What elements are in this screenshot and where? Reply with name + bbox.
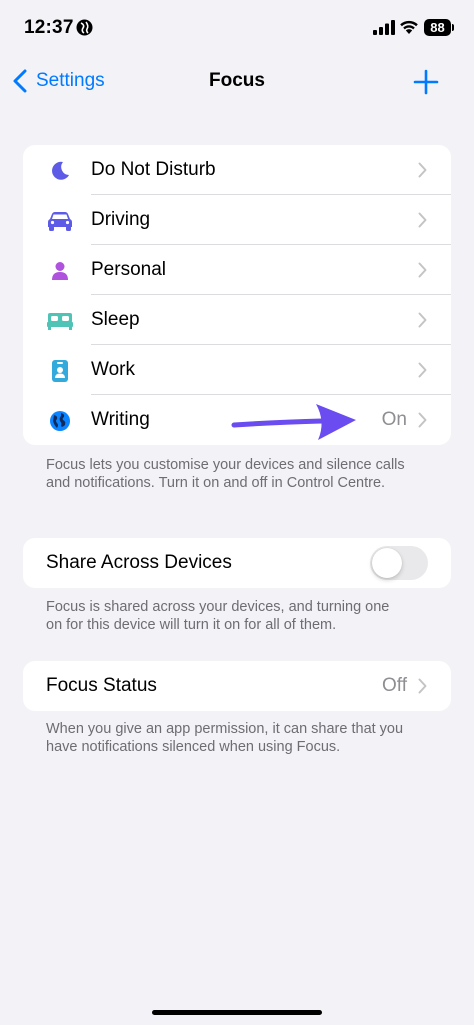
focus-row-label: Sleep [91, 309, 140, 330]
focus-row-label: Do Not Disturb [91, 159, 216, 180]
share-across-devices-row: Share Across Devices [23, 538, 451, 588]
focus-row-label: Driving [91, 209, 151, 230]
bed-icon [47, 308, 73, 334]
share-across-devices-label: Share Across Devices [46, 552, 232, 573]
status-time: 12:37 [24, 17, 74, 38]
focus-row-do-not-disturb[interactable]: Do Not Disturb [23, 145, 451, 195]
page-title: Focus [209, 70, 265, 91]
cellular-signal-icon [373, 20, 395, 35]
chevron-right-icon [418, 262, 427, 278]
chevron-right-icon [418, 362, 427, 378]
chevron-right-icon [418, 412, 427, 428]
person-icon [47, 258, 73, 284]
focus-status-row[interactable]: Focus Status Off [23, 661, 451, 711]
focus-row-work[interactable]: Work [23, 345, 451, 395]
moon-icon [47, 158, 73, 184]
status-bar: 12:37 88 [0, 0, 474, 56]
id-badge-icon [47, 358, 73, 384]
focus-status-icon [76, 19, 93, 36]
focus-row-sleep[interactable]: Sleep [23, 295, 451, 345]
chevron-right-icon [418, 212, 427, 228]
add-focus-button[interactable] [412, 68, 440, 96]
focus-row-driving[interactable]: Driving [23, 195, 451, 245]
focus-footer-text: Focus lets you customise your devices an… [46, 457, 405, 491]
chevron-right-icon [418, 162, 427, 178]
focus-row-label: Writing [91, 409, 150, 430]
home-indicator[interactable] [152, 1010, 322, 1015]
chevron-right-icon [418, 678, 427, 694]
car-icon [47, 208, 73, 234]
chevron-right-icon [418, 312, 427, 328]
focus-row-label: Personal [91, 259, 166, 280]
focus-status-label: Focus Status [46, 675, 157, 696]
battery-cap [452, 24, 454, 31]
focus-status-value: Off [382, 675, 407, 696]
battery-icon: 88 [424, 19, 451, 36]
toggle-knob [372, 548, 402, 578]
share-across-devices-footer: Focus is shared across your devices, and… [46, 599, 390, 633]
focus-row-label: Work [91, 359, 135, 380]
focus-row-personal[interactable]: Personal [23, 245, 451, 295]
wifi-icon [400, 20, 418, 34]
focus-status-footer: When you give an app permission, it can … [46, 721, 404, 755]
annotation-arrow-icon [231, 404, 356, 440]
focus-row-status: On [381, 409, 407, 430]
navigation-bar: Settings Focus [0, 56, 474, 106]
share-across-devices-toggle[interactable] [370, 546, 428, 580]
globe-icon [47, 408, 73, 434]
